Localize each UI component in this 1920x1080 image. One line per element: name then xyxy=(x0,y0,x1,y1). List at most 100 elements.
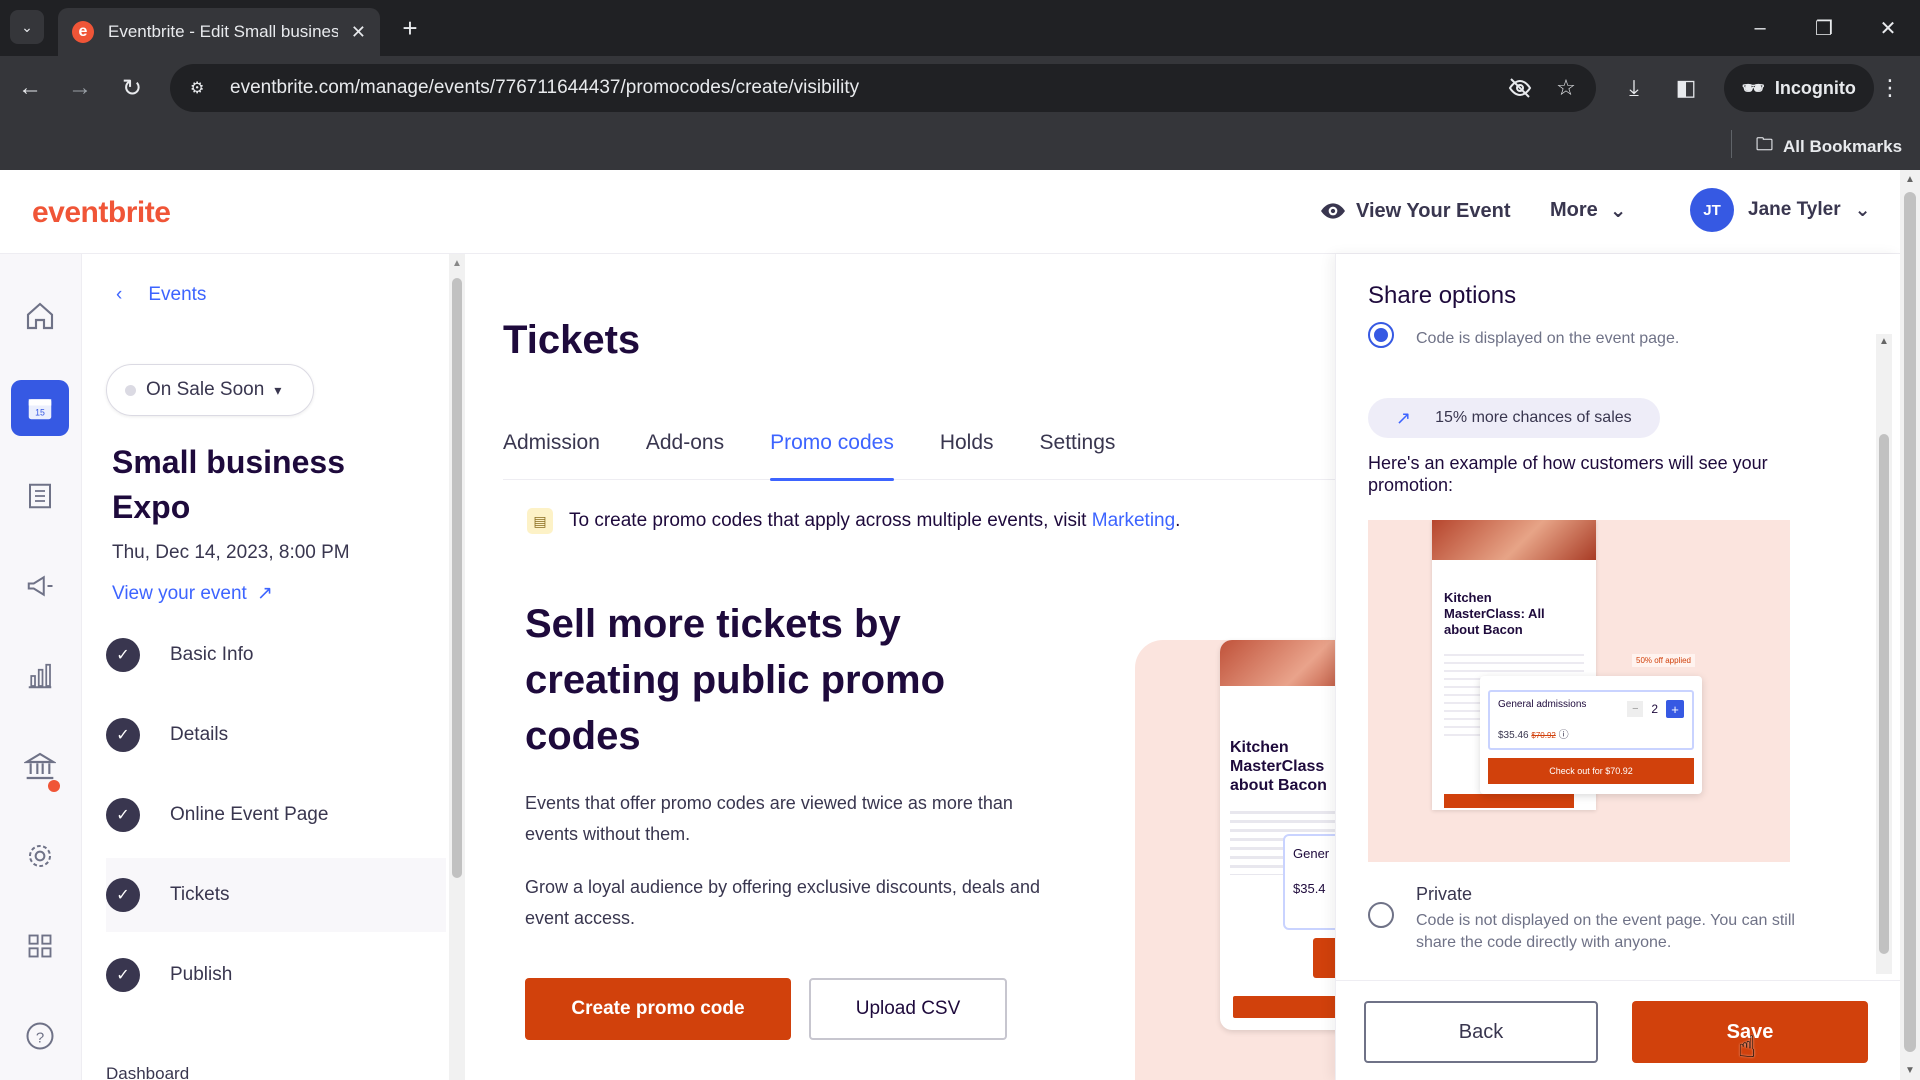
step-details[interactable]: ✓ Details xyxy=(106,698,446,772)
page-scrollbar[interactable]: ▲ ▼ xyxy=(1900,170,1920,1080)
scrollbar-thumb[interactable] xyxy=(452,278,462,878)
illustration-ticket-card: Gener $35.4 xyxy=(1283,834,1335,930)
dashboard-link[interactable]: Dashboard xyxy=(106,1064,189,1080)
preview-old-price: $70.92 xyxy=(1531,731,1556,740)
incognito-indicator[interactable]: 🕶 Incognito xyxy=(1724,64,1874,112)
bar-chart-icon[interactable] xyxy=(11,648,69,704)
sidebar-scrollbar[interactable]: ▲ xyxy=(449,254,465,1080)
view-your-event-button[interactable]: View Your Event xyxy=(1320,198,1511,224)
all-bookmarks-button[interactable]: 🗀 All Bookmarks xyxy=(1756,132,1902,161)
svg-text:?: ? xyxy=(36,1029,44,1046)
public-description: Code is displayed on the event page. xyxy=(1416,330,1680,347)
sales-boost-badge: ↗ 15% more chances of sales xyxy=(1368,398,1660,438)
notice-body: To create promo codes that apply across … xyxy=(569,510,1087,531)
more-menu[interactable]: More ⌄ xyxy=(1550,198,1627,223)
home-icon[interactable] xyxy=(11,288,69,344)
private-description: Code is not displayed on the event page.… xyxy=(1416,912,1795,951)
example-text: Here's an example of how customers will … xyxy=(1368,453,1768,495)
app-header: eventbrite View Your Event More ⌄ JT Jan… xyxy=(0,170,1900,254)
scrollbar-thumb[interactable] xyxy=(1879,434,1889,954)
back-events-label: Events xyxy=(148,284,207,305)
side-panel-icon[interactable]: ◧ xyxy=(1668,70,1704,106)
step-label: Details xyxy=(170,724,229,745)
upload-csv-button[interactable]: Upload CSV xyxy=(809,978,1007,1040)
tab-holds[interactable]: Holds xyxy=(940,428,994,480)
help-icon[interactable]: ? xyxy=(11,1008,69,1064)
more-label: More xyxy=(1550,199,1598,221)
step-label: Online Event Page xyxy=(170,804,329,825)
notification-dot xyxy=(48,780,60,792)
user-menu[interactable]: JT Jane Tyler ⌄ xyxy=(1690,188,1871,232)
private-radio[interactable] xyxy=(1368,902,1394,928)
checkmark-icon: ✓ xyxy=(106,638,140,672)
folder-icon: 🗀 xyxy=(1756,135,1773,154)
tab-settings[interactable]: Settings xyxy=(1040,428,1116,480)
checkmark-icon: ✓ xyxy=(106,878,140,912)
step-basic-info[interactable]: ✓ Basic Info xyxy=(106,618,446,692)
preview-ticket-card: General admissions − 2 + $35.46 $70.92 ⓘ… xyxy=(1480,676,1702,794)
browser-tab[interactable]: e Eventbrite - Edit Small busines ✕ xyxy=(58,8,380,56)
private-label: Private xyxy=(1416,884,1473,904)
preview-event-photo xyxy=(1432,520,1596,560)
tab-admission[interactable]: Admission xyxy=(503,428,600,480)
preview-new-price: $35.46 xyxy=(1498,730,1529,741)
scroll-up-arrow-icon[interactable]: ▲ xyxy=(1905,174,1915,185)
step-label: Publish xyxy=(170,964,233,985)
eye-icon xyxy=(1321,203,1345,219)
orders-list-icon[interactable] xyxy=(11,468,69,524)
eventbrite-logo[interactable]: eventbrite xyxy=(32,196,171,230)
bookmark-star-icon[interactable]: ☆ xyxy=(1552,74,1580,102)
calendar-icon[interactable]: 15 xyxy=(11,380,69,436)
public-radio[interactable] xyxy=(1368,322,1394,348)
address-bar[interactable]: ⚙ eventbrite.com/manage/events/776711644… xyxy=(170,64,1596,112)
view-event-label: View Your Event xyxy=(1356,199,1511,222)
browser-menu-icon[interactable]: ⋮ xyxy=(1872,70,1908,106)
checkmark-icon: ✓ xyxy=(106,958,140,992)
receipt-icon: ▤ xyxy=(527,508,553,534)
gear-icon[interactable] xyxy=(11,828,69,884)
step-publish[interactable]: ✓ Publish xyxy=(106,938,446,1012)
bank-icon[interactable] xyxy=(11,738,69,794)
browser-tabstrip: ⌄ e Eventbrite - Edit Small busines ✕ + … xyxy=(0,0,1920,56)
eye-off-icon[interactable] xyxy=(1506,74,1534,102)
site-info-icon[interactable]: ⚙ xyxy=(190,78,214,98)
hand-cursor-icon: ☝ xyxy=(1738,1031,1757,1064)
avatar: JT xyxy=(1690,188,1734,232)
scroll-up-arrow-icon[interactable]: ▲ xyxy=(1879,336,1889,347)
chevron-left-icon: ‹ xyxy=(116,284,123,305)
boost-text: 15% more chances of sales xyxy=(1435,409,1632,426)
preview-ticket-row: General admissions − 2 + $35.46 $70.92 ⓘ xyxy=(1488,690,1694,750)
tab-close-icon[interactable]: ✕ xyxy=(351,22,366,43)
step-tickets[interactable]: ✓ Tickets xyxy=(106,858,446,932)
back-icon[interactable]: ← xyxy=(12,70,48,106)
reload-icon[interactable]: ↻ xyxy=(114,70,150,106)
ticket-tabs: Admission Add-ons Promo codes Holds Sett… xyxy=(503,428,1335,481)
download-icon[interactable]: ⤓ xyxy=(1616,70,1652,106)
close-window-icon[interactable]: ✕ xyxy=(1868,10,1908,46)
marketing-link[interactable]: Marketing xyxy=(1092,510,1175,531)
megaphone-icon[interactable] xyxy=(11,558,69,614)
tab-promo-codes[interactable]: Promo codes xyxy=(770,428,894,481)
back-button[interactable]: Back xyxy=(1364,1001,1598,1063)
hero-paragraph-1: Events that offer promo codes are viewed… xyxy=(525,793,1013,844)
step-online-event-page[interactable]: ✓ Online Event Page xyxy=(106,778,446,852)
scrollbar-thumb[interactable] xyxy=(1904,192,1916,1052)
url-text[interactable]: eventbrite.com/manage/events/77671164443… xyxy=(230,77,859,99)
preview-discount-badge: 50% off applied xyxy=(1632,654,1696,667)
forward-icon[interactable]: → xyxy=(62,70,98,106)
view-your-event-link[interactable]: View your event ↗ xyxy=(112,582,273,605)
new-tab-icon[interactable]: + xyxy=(394,12,426,44)
tab-search-icon[interactable]: ⌄ xyxy=(10,10,44,44)
apps-grid-icon[interactable] xyxy=(11,918,69,974)
drawer-scrollbar[interactable]: ▲ xyxy=(1876,334,1892,974)
create-promo-code-button[interactable]: Create promo code xyxy=(525,978,791,1040)
event-status-dropdown[interactable]: On Sale Soon ▾ xyxy=(106,364,314,416)
scroll-up-arrow-icon[interactable]: ▲ xyxy=(452,258,462,269)
scroll-down-arrow-icon[interactable]: ▼ xyxy=(1905,1065,1915,1076)
status-label: On Sale Soon xyxy=(146,379,265,400)
minimize-icon[interactable]: – xyxy=(1740,10,1780,46)
tab-add-ons[interactable]: Add-ons xyxy=(646,428,724,480)
restore-icon[interactable]: ❐ xyxy=(1804,10,1844,46)
back-to-events-link[interactable]: ‹ Events xyxy=(116,284,206,306)
all-bookmarks-label: All Bookmarks xyxy=(1783,136,1903,156)
